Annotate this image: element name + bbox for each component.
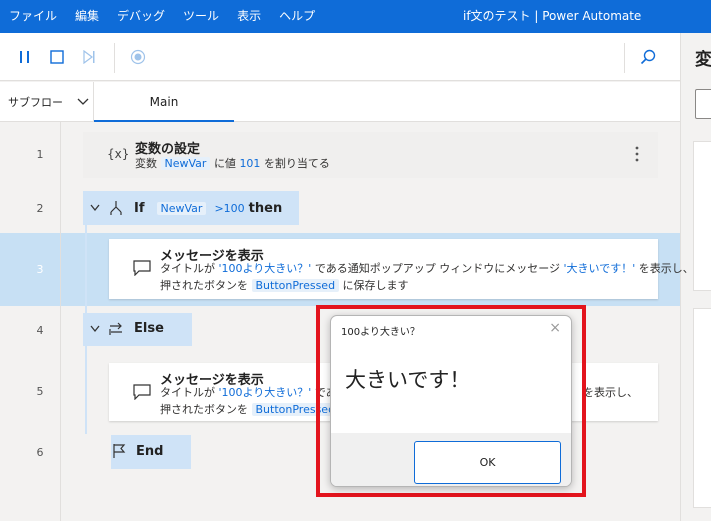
toolbar-separator xyxy=(114,43,115,73)
else-branch-icon xyxy=(108,322,124,336)
menu-bar: ファイル 編集 デバッグ ツール 表示 ヘルプ xyxy=(0,0,324,33)
panel-search-input[interactable] xyxy=(695,89,711,119)
else-connector xyxy=(85,346,87,434)
desc-text: タイトルが xyxy=(160,262,215,275)
then-keyword: then xyxy=(248,200,283,216)
else-block-label: Else xyxy=(90,321,164,336)
desc-text: 押されたボタンを xyxy=(160,403,248,416)
title-token: '100より大きい？' xyxy=(218,386,312,399)
toolbar xyxy=(0,33,680,81)
action-description-line1: タイトルが '100より大きい？' である通知ポップアップ ウィンドウにメッセー… xyxy=(160,261,694,277)
menu-file[interactable]: ファイル xyxy=(0,0,66,33)
chevron-down-icon[interactable] xyxy=(90,325,100,333)
desc-text: 押されたボタンを xyxy=(160,279,248,292)
action-description: 変数 NewVar に値 101 を割り当てる xyxy=(135,156,330,172)
menu-debug[interactable]: デバッグ xyxy=(108,0,174,33)
line-gutter xyxy=(0,122,61,521)
panel-card xyxy=(693,308,711,508)
dialog-footer: OK xyxy=(331,433,571,486)
message-token: '大きいです！' xyxy=(563,262,636,275)
menu-view[interactable]: 表示 xyxy=(228,0,270,33)
ok-button[interactable]: OK xyxy=(414,441,561,484)
line-number: 1 xyxy=(36,148,44,161)
subflow-label: サブフロー xyxy=(8,96,63,109)
desc-text: を割り当てる xyxy=(263,157,330,170)
variables-panel: 変 xyxy=(680,33,711,521)
action-show-message[interactable]: メッセージを表示 タイトルが '100より大きい？' である通知ポップアップ ウ… xyxy=(109,239,694,299)
action-title: 変数の設定 xyxy=(135,142,201,157)
flag-icon xyxy=(112,443,126,459)
desc-text: タイトルが xyxy=(160,386,215,399)
line-number: 3 xyxy=(36,263,44,276)
if-keyword: If xyxy=(134,200,145,216)
condition-operator: >100 xyxy=(214,201,245,215)
variable-token: NewVar xyxy=(160,157,211,170)
if-connector xyxy=(85,225,87,313)
search-icon[interactable] xyxy=(634,33,662,81)
value-token: 101 xyxy=(239,157,261,170)
chevron-down-icon xyxy=(77,98,89,106)
message-icon xyxy=(133,260,151,276)
subflow-dropdown[interactable]: サブフロー xyxy=(0,82,94,122)
toolbar-separator xyxy=(624,43,625,73)
title-token: '100より大きい？' xyxy=(218,262,312,275)
end-block-label: End xyxy=(112,443,163,459)
desc-text: に保存します xyxy=(342,279,409,292)
branch-icon xyxy=(108,200,124,216)
else-keyword: Else xyxy=(134,321,164,336)
message-dialog: 100より大きい？ × 大きいです！ OK xyxy=(330,315,572,487)
panel-card xyxy=(693,141,711,291)
menu-help[interactable]: ヘルプ xyxy=(270,0,324,33)
tab-main[interactable]: Main xyxy=(94,82,234,122)
message-icon xyxy=(133,384,151,400)
line-number: 4 xyxy=(36,324,44,337)
desc-text: を表示し、 xyxy=(638,262,694,275)
action-description-tail: を表示し、 xyxy=(583,386,638,399)
end-keyword: End xyxy=(136,443,164,459)
line-number: 6 xyxy=(36,446,44,459)
line-number: 2 xyxy=(36,202,44,215)
more-options-icon[interactable] xyxy=(635,145,639,163)
panel-title: 変 xyxy=(695,50,711,70)
variable-icon: {x} xyxy=(107,147,130,161)
desc-text: に値 xyxy=(213,157,236,170)
variable-token: ButtonPressed xyxy=(251,279,340,292)
chevron-down-icon[interactable] xyxy=(90,204,100,212)
line-number: 5 xyxy=(36,385,44,398)
pause-icon[interactable] xyxy=(11,33,39,81)
title-bar: ファイル 編集 デバッグ ツール 表示 ヘルプ if文のテスト | Power … xyxy=(0,0,711,33)
desc-text: 変数 xyxy=(135,157,157,170)
tabs-row: サブフロー Main xyxy=(0,82,680,122)
dialog-message: 大きいです！ xyxy=(345,368,471,392)
menu-edit[interactable]: 編集 xyxy=(66,0,108,33)
if-block-label: If NewVar >100 then xyxy=(90,200,282,216)
record-icon[interactable] xyxy=(124,33,152,81)
window-title: if文のテスト | Power Automate xyxy=(463,9,642,23)
menu-tools[interactable]: ツール xyxy=(174,0,228,33)
close-icon[interactable]: × xyxy=(549,320,561,336)
stop-icon[interactable] xyxy=(43,33,71,81)
action-description-line2: 押されたボタンを ButtonPressed に保存します xyxy=(160,278,409,294)
next-step-icon[interactable] xyxy=(75,33,103,81)
variable-token: NewVar xyxy=(156,201,207,215)
action-set-variable[interactable]: {x} 変数の設定 変数 NewVar に値 101 を割り当てる xyxy=(83,132,658,178)
dialog-title: 100より大きい？ xyxy=(341,327,420,338)
desc-text: である通知ポップアップ ウィンドウにメッセージ xyxy=(314,262,560,275)
